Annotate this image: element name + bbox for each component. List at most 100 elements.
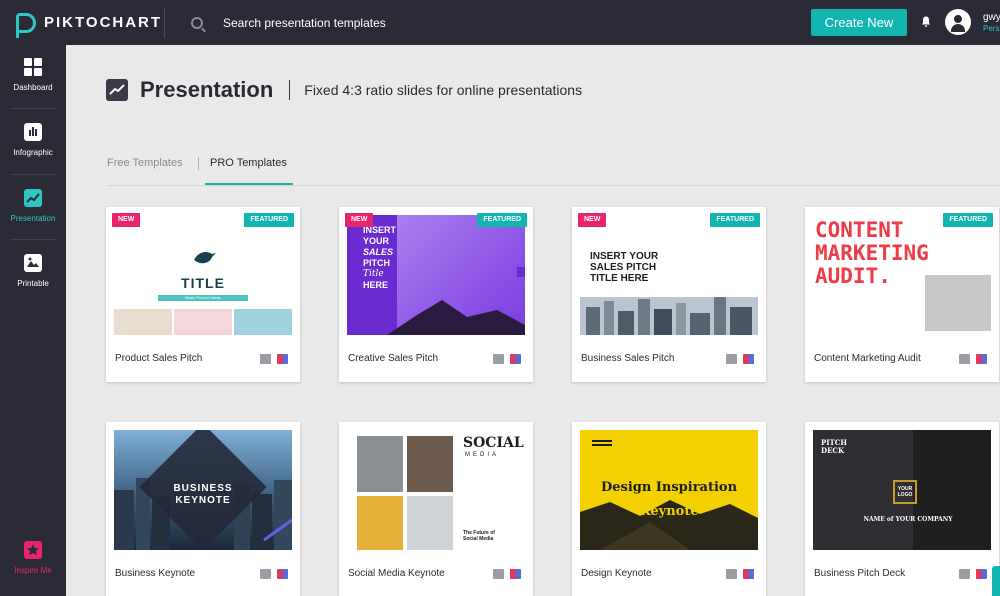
thumb-heading-l2: SALES PITCH <box>590 262 657 273</box>
city-night-graphic <box>580 500 758 550</box>
new-badge: NEW <box>578 213 607 227</box>
thumb-heading-l6: HERE <box>363 280 389 290</box>
logo-mark-icon <box>16 12 36 38</box>
template-thumbnail[interactable]: INSERT YOUR SALES PITCH Title HERE <box>347 215 525 335</box>
bell-icon[interactable] <box>921 16 931 27</box>
bar-chart-icon <box>24 123 42 141</box>
template-card-content-marketing-audit[interactable]: CONTENT MARKETING AUDIT. FEATURED Conten… <box>805 207 999 382</box>
sidebar-item-label: Printable <box>17 279 49 288</box>
template-title: Design Keynote <box>581 568 652 579</box>
create-new-button[interactable]: Create New <box>811 9 907 36</box>
thumb-photo <box>913 430 991 550</box>
thumb-heading-l1: INSERT YOUR <box>590 251 659 262</box>
search-icon <box>191 16 203 29</box>
thumb-heading-l3: TITLE HERE <box>590 273 649 284</box>
template-card-creative-sales-pitch[interactable]: INSERT YOUR SALES PITCH Title HERE NEW F… <box>339 207 533 382</box>
new-badge: NEW <box>345 213 374 227</box>
avatar[interactable] <box>945 9 971 35</box>
sidebar-item-presentation[interactable]: Presentation <box>0 189 66 223</box>
pro-template-icon <box>743 354 754 364</box>
thumb-subheading: Basic Product Ideas <box>185 295 221 300</box>
template-title: Content Marketing Audit <box>814 353 921 364</box>
presentation-type-icon <box>260 569 271 579</box>
featured-badge: FEATURED <box>710 213 760 227</box>
thumb-heading-l5: NAME of YOUR COMPANY <box>863 516 953 523</box>
sidebar-item-printable[interactable]: Printable <box>0 254 66 288</box>
featured-badge: FEATURED <box>943 213 993 227</box>
pro-template-icon <box>277 354 288 364</box>
sidebar-divider <box>10 108 56 109</box>
chat-widget-button[interactable] <box>992 566 1000 596</box>
template-title: Social Media Keynote <box>348 568 445 579</box>
brand-name: PIKTOCHART <box>44 14 163 31</box>
thumb-photo <box>407 436 453 492</box>
tab-free-templates[interactable]: Free Templates <box>107 157 183 169</box>
template-card-business-pitch-deck[interactable]: PITCH DECK YOUR LOGO NAME of YOUR COMPAN… <box>805 422 999 596</box>
template-thumbnail[interactable]: Design Inspiration Keynote <box>580 430 758 550</box>
template-thumbnail[interactable]: CONTENT MARKETING AUDIT. <box>813 215 991 335</box>
template-thumbnail[interactable]: SOCIAL MEDIA The Future of Social Media <box>347 430 525 550</box>
search-input[interactable] <box>223 15 623 30</box>
sidebar-item-dashboard[interactable]: Dashboard <box>0 58 66 92</box>
pro-template-icon <box>976 354 987 364</box>
top-bar: PIKTOCHART Create New gwy Pers <box>0 0 1000 45</box>
presentation-type-icon <box>493 354 504 364</box>
pro-template-icon <box>976 569 987 579</box>
new-badge: NEW <box>112 213 141 227</box>
thumb-heading-l4: PITCH <box>363 258 390 268</box>
pro-template-icon <box>510 354 521 364</box>
presentation-type-icon <box>726 354 737 364</box>
pro-template-icon <box>510 569 521 579</box>
inspire-me-button[interactable]: Inspire Me <box>0 541 66 575</box>
grid-icon <box>24 58 42 76</box>
template-card-design-keynote[interactable]: Design Inspiration Keynote Design Keynot… <box>572 422 766 596</box>
thumb-heading-l1: SOCIAL <box>463 435 524 451</box>
thumb-photo <box>357 436 403 492</box>
thumb-photo <box>234 309 292 335</box>
template-title: Product Sales Pitch <box>115 353 203 364</box>
pro-template-icon <box>277 569 288 579</box>
template-thumbnail[interactable]: BUSINESS KEYNOTE <box>114 430 292 550</box>
thumb-photo <box>357 496 403 550</box>
page-subtitle: Fixed 4:3 ratio slides for online presen… <box>304 82 583 98</box>
template-title: Business Pitch Deck <box>814 568 906 579</box>
star-icon <box>24 541 42 559</box>
template-card-social-media-keynote[interactable]: SOCIAL MEDIA The Future of Social Media … <box>339 422 533 596</box>
sidebar-item-infographic[interactable]: Infographic <box>0 123 66 157</box>
thumb-heading-l1: CONTENT <box>815 218 904 242</box>
active-tab-indicator <box>205 183 293 185</box>
tab-pro-templates[interactable]: PRO Templates <box>210 157 287 169</box>
tab-separator <box>198 157 199 170</box>
thumb-heading-l2: DECK <box>821 446 845 455</box>
thumb-heading-l2: MARKETING <box>815 241 929 265</box>
trend-chart-icon <box>106 79 128 101</box>
thumb-heading: TITLE <box>181 275 225 291</box>
featured-badge: FEATURED <box>244 213 294 227</box>
header-divider <box>289 80 291 100</box>
thumb-accent <box>592 444 612 446</box>
presentation-type-icon <box>959 354 970 364</box>
presentation-type-icon <box>260 354 271 364</box>
thumb-heading-l1: BUSINESS <box>173 483 233 494</box>
template-tabs: Free Templates PRO Templates <box>106 150 1000 186</box>
template-card-business-sales-pitch[interactable]: INSERT YOUR SALES PITCH TITLE HERE NEW F… <box>572 207 766 382</box>
template-thumbnail[interactable]: PITCH DECK YOUR LOGO NAME of YOUR COMPAN… <box>813 430 991 550</box>
thumb-accent <box>517 267 525 277</box>
template-thumbnail[interactable]: TITLE Basic Product Ideas <box>114 215 292 335</box>
template-card-product-sales-pitch[interactable]: TITLE Basic Product Ideas NEW FEATURED P… <box>106 207 300 382</box>
template-card-business-keynote[interactable]: BUSINESS KEYNOTE Business Keynote <box>106 422 300 596</box>
template-title: Business Sales Pitch <box>581 353 675 364</box>
sidebar-item-label: Infographic <box>13 148 53 157</box>
user-plan: Pers <box>983 24 1000 33</box>
thumb-photo <box>174 309 232 335</box>
thumb-photo <box>925 275 991 331</box>
piktochart-logo[interactable]: PIKTOCHART <box>16 12 164 38</box>
user-name[interactable]: gwy <box>983 12 1000 23</box>
inspire-me-label: Inspire Me <box>14 566 52 575</box>
thumb-heading-l5: Title <box>363 269 384 279</box>
thumb-photo <box>114 309 172 335</box>
sidebar-item-label: Dashboard <box>13 83 53 92</box>
template-thumbnail[interactable]: INSERT YOUR SALES PITCH TITLE HERE <box>580 215 758 335</box>
thumb-heading-l2: YOUR <box>363 236 390 246</box>
page-title: Presentation <box>140 77 274 102</box>
